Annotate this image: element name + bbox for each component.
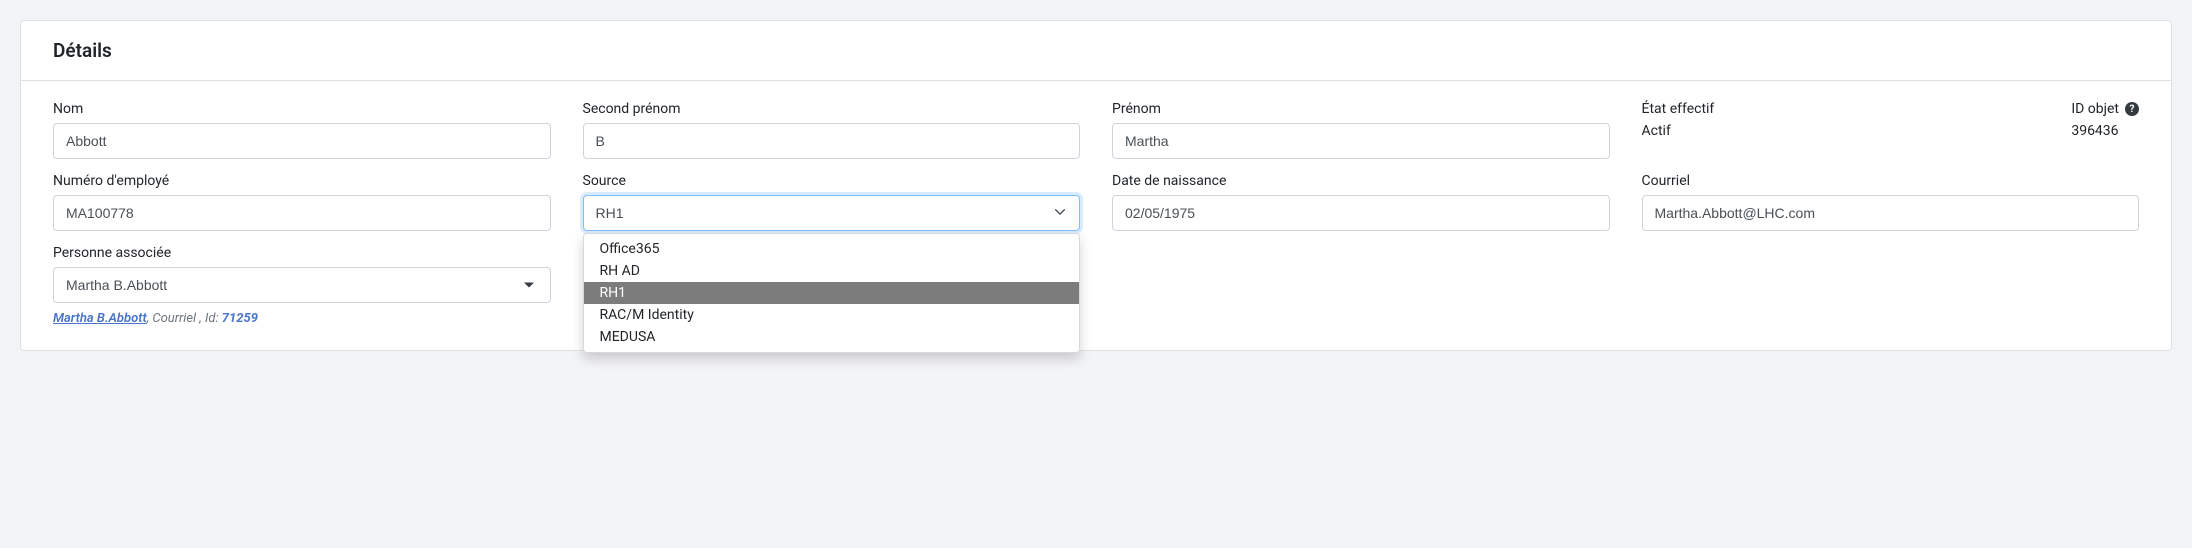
form-row-2: Numéro d'employé Source RH1 Office365 RH… bbox=[53, 173, 2139, 231]
dropdown-item-racm-identity[interactable]: RAC/M Identity bbox=[584, 304, 1080, 326]
field-col-last-1: État effectif Actif ID objet ? 396436 bbox=[1642, 101, 2140, 159]
dropdown-item-medusa[interactable]: MEDUSA bbox=[584, 326, 1080, 348]
value-etat-effectif: Actif bbox=[1642, 123, 1715, 139]
field-numero-employe: Numéro d'employé bbox=[53, 173, 551, 231]
card-body: Nom Second prénom Prénom État effectif A… bbox=[21, 81, 2171, 350]
value-id-objet: 396436 bbox=[2071, 123, 2139, 139]
select-personne-associee-value: Martha B.Abbott bbox=[66, 277, 167, 293]
label-etat-effectif: État effectif bbox=[1642, 101, 1715, 117]
label-numero-employe: Numéro d'employé bbox=[53, 173, 551, 189]
select-personne-associee[interactable]: Martha B.Abbott bbox=[53, 267, 551, 303]
input-nom[interactable] bbox=[53, 123, 551, 159]
caret-down-icon bbox=[524, 283, 534, 288]
personne-associee-link[interactable]: Martha B.Abbott bbox=[53, 311, 147, 326]
input-second-prenom[interactable] bbox=[583, 123, 1081, 159]
field-personne-associee: Personne associée Martha B.Abbott Martha… bbox=[53, 245, 551, 326]
field-id-objet: ID objet ? 396436 bbox=[2071, 101, 2139, 159]
form-row-3: Personne associée Martha B.Abbott Martha… bbox=[53, 245, 2139, 326]
label-date-naissance: Date de naissance bbox=[1112, 173, 1610, 189]
select-source[interactable]: RH1 bbox=[583, 195, 1081, 231]
chevron-down-icon bbox=[1053, 205, 1067, 222]
spacer-3 bbox=[1642, 245, 2140, 326]
label-prenom: Prénom bbox=[1112, 101, 1610, 117]
field-courriel: Courriel bbox=[1642, 173, 2140, 231]
field-nom: Nom bbox=[53, 101, 551, 159]
field-prenom: Prénom bbox=[1112, 101, 1610, 159]
label-nom: Nom bbox=[53, 101, 551, 117]
input-numero-employe[interactable] bbox=[53, 195, 551, 231]
input-prenom[interactable] bbox=[1112, 123, 1610, 159]
card-header: Détails bbox=[21, 21, 2171, 81]
dropdown-item-office365[interactable]: Office365 bbox=[584, 238, 1080, 260]
dropdown-item-rh-ad[interactable]: RH AD bbox=[584, 260, 1080, 282]
details-card: Détails Nom Second prénom Prénom État ef… bbox=[20, 20, 2172, 351]
field-col-last-2: Courriel bbox=[1642, 173, 2140, 231]
label-id-objet: ID objet bbox=[2071, 101, 2119, 117]
dropdown-item-rh1[interactable]: RH1 bbox=[584, 282, 1080, 304]
label-personne-associee: Personne associée bbox=[53, 245, 551, 261]
dropdown-source: Office365 RH AD RH1 RAC/M Identity MEDUS… bbox=[583, 233, 1081, 353]
personne-associee-detail: , Courriel , Id: bbox=[147, 311, 222, 326]
spacer-2 bbox=[1112, 245, 1610, 326]
personne-associee-info: Martha B.Abbott, Courriel , Id: 71259 bbox=[53, 311, 551, 326]
field-source: Source RH1 Office365 RH AD RH1 RAC/M Ide… bbox=[583, 173, 1081, 231]
field-date-naissance: Date de naissance bbox=[1112, 173, 1610, 231]
field-second-prenom: Second prénom bbox=[583, 101, 1081, 159]
personne-associee-id: 71259 bbox=[222, 311, 258, 326]
form-row-1: Nom Second prénom Prénom État effectif A… bbox=[53, 101, 2139, 159]
label-source: Source bbox=[583, 173, 1081, 189]
input-courriel[interactable] bbox=[1642, 195, 2140, 231]
help-icon[interactable]: ? bbox=[2125, 102, 2139, 116]
label-courriel: Courriel bbox=[1642, 173, 2140, 189]
card-title: Détails bbox=[53, 39, 2139, 62]
select-source-value: RH1 bbox=[596, 205, 624, 221]
input-date-naissance[interactable] bbox=[1112, 195, 1610, 231]
field-etat-effectif: État effectif Actif bbox=[1642, 101, 1715, 159]
label-second-prenom: Second prénom bbox=[583, 101, 1081, 117]
